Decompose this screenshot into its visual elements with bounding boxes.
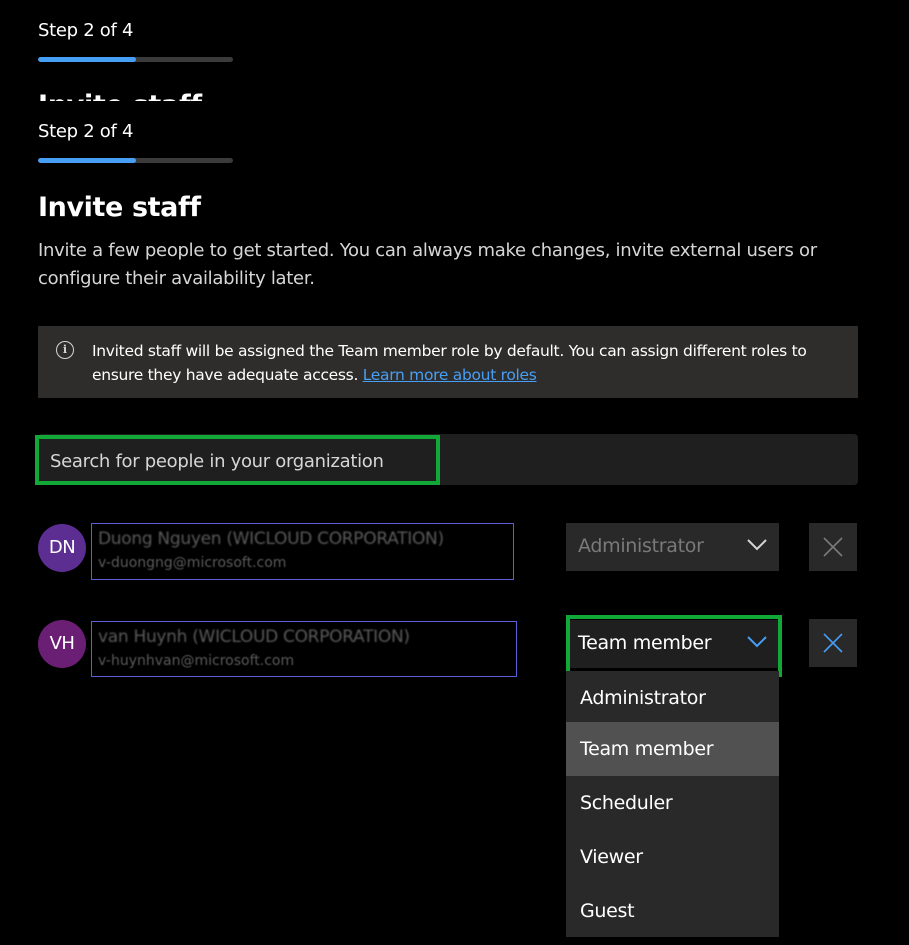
- ghost-progress-bar: [38, 57, 233, 62]
- progress-bar: [38, 158, 233, 163]
- search-focus-highlight: [35, 435, 440, 485]
- info-icon: i: [56, 341, 74, 359]
- role-select-disabled[interactable]: Administrator: [566, 523, 779, 571]
- role-option-scheduler[interactable]: Scheduler: [566, 776, 779, 830]
- remove-staff-button[interactable]: [809, 523, 857, 571]
- page-title: Invite staff: [38, 192, 201, 223]
- role-option-administrator[interactable]: Administrator: [566, 671, 779, 725]
- role-option-team-member[interactable]: Team member: [566, 722, 779, 776]
- role-select-focus-highlight: [566, 615, 782, 677]
- learn-more-roles-link[interactable]: Learn more about roles: [363, 366, 537, 384]
- staff-person-card[interactable]: van Huynh (WICLOUD CORPORATION) v-huynhv…: [91, 621, 517, 677]
- remove-staff-button[interactable]: [809, 619, 857, 667]
- staff-person-card[interactable]: Duong Nguyen (WICLOUD CORPORATION) v-duo…: [91, 523, 514, 580]
- avatar: DN: [38, 524, 86, 572]
- progress-fill: [38, 158, 136, 163]
- close-icon: [823, 537, 843, 557]
- staff-name: van Huynh (WICLOUD CORPORATION): [98, 627, 410, 647]
- ghost-step-label: Step 2 of 4: [38, 20, 134, 41]
- chevron-down-icon: [747, 539, 767, 551]
- ghost-progress-fill: [38, 57, 136, 62]
- close-icon: [823, 633, 843, 653]
- staff-email: v-duongng@microsoft.com: [98, 555, 287, 571]
- info-message-bar: i Invited staff will be assigned the Tea…: [38, 326, 858, 398]
- page-description: Invite a few people to get started. You …: [38, 240, 817, 289]
- role-option-viewer[interactable]: Viewer: [566, 830, 779, 884]
- avatar: VH: [38, 620, 86, 668]
- ghost-header: Step 2 of 4 Invite staff: [0, 0, 909, 101]
- staff-email: v-huynhvan@microsoft.com: [98, 653, 295, 669]
- info-text: Invited staff will be assigned the Team …: [92, 339, 852, 387]
- ghost-title: Invite staff: [38, 90, 202, 101]
- role-select-value: Administrator: [578, 535, 704, 557]
- step-label: Step 2 of 4: [38, 121, 134, 142]
- role-option-guest[interactable]: Guest: [566, 884, 779, 938]
- staff-name: Duong Nguyen (WICLOUD CORPORATION): [98, 529, 444, 549]
- invite-staff-page: Step 2 of 4 Invite staff Step 2 of 4 Inv…: [0, 0, 909, 945]
- role-dropdown-menu: Administrator Team member Scheduler View…: [566, 671, 779, 937]
